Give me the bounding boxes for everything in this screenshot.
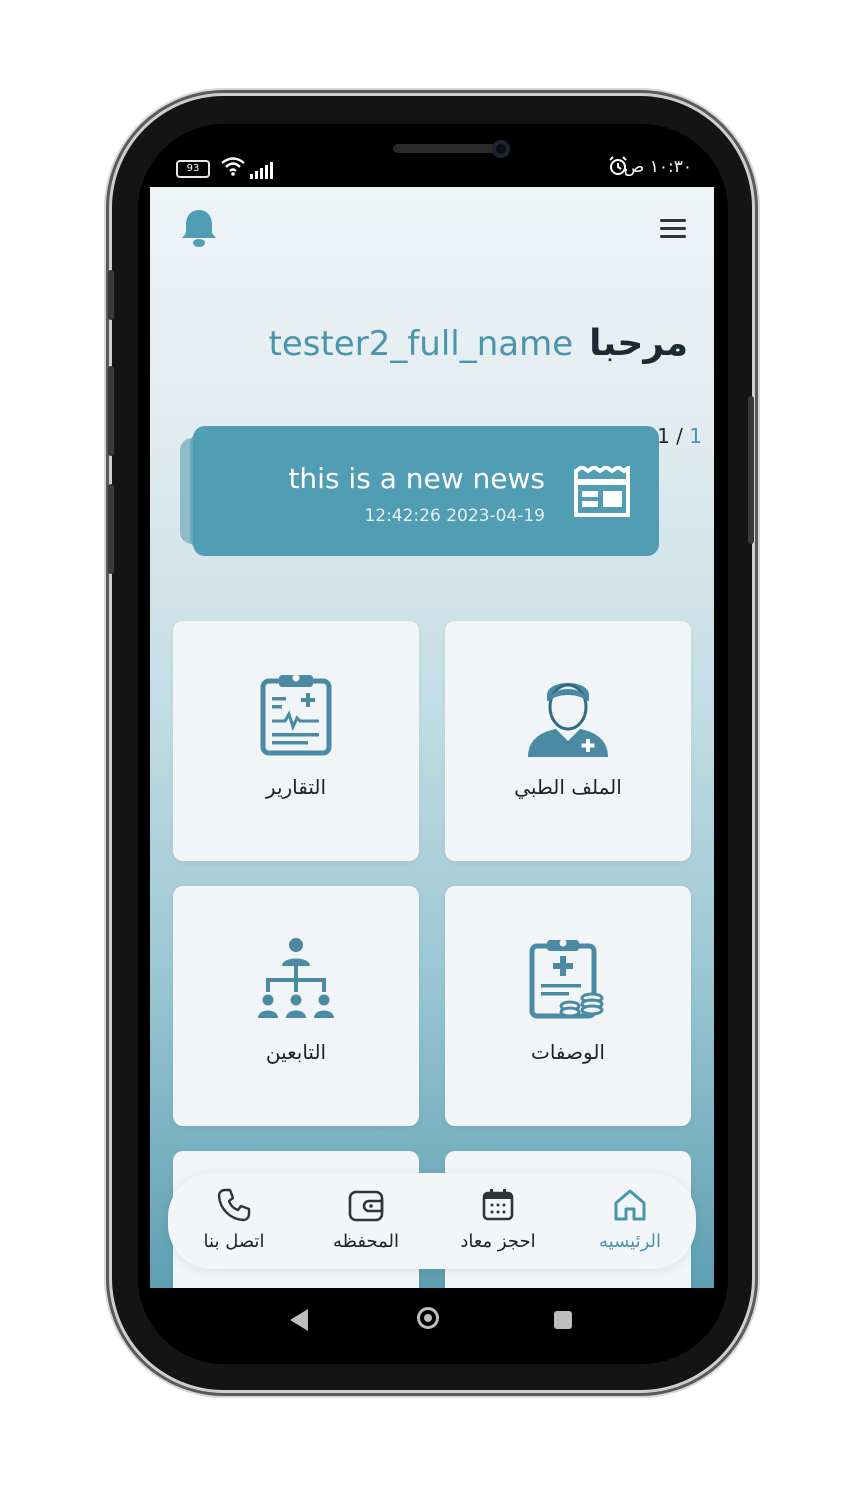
signal-strength-icon: [250, 160, 275, 179]
system-home-icon[interactable]: [417, 1307, 439, 1329]
hamburger-menu-icon[interactable]: [660, 219, 686, 243]
home-icon: [614, 1189, 646, 1221]
system-navigation-bar: [150, 1288, 714, 1352]
news-pager: 1 / 1: [657, 424, 702, 448]
prescription-icon: [529, 939, 604, 1019]
back-icon[interactable]: [290, 1309, 308, 1331]
newspaper-icon: [573, 464, 631, 518]
app-screen: مرحبا tester2_full_name 1 / 1 this is a n…: [150, 187, 714, 1288]
status-clock: ١٠:٣٠ ص: [623, 157, 692, 177]
volume-down-button: [108, 484, 114, 574]
bottom-navigation: الرئيسيه احجز معاد المحفظه اتصل بنا: [168, 1173, 696, 1269]
doctor-icon: [528, 683, 608, 757]
card-medical-file[interactable]: الملف الطبي: [445, 621, 691, 861]
recents-icon[interactable]: [554, 1311, 572, 1329]
pager-separator: /: [669, 424, 690, 448]
nav-contact-us[interactable]: اتصل بنا: [168, 1173, 300, 1269]
card-label: الوصفات: [530, 1040, 605, 1064]
nav-home[interactable]: الرئيسيه: [564, 1173, 696, 1269]
mute-switch: [108, 270, 114, 320]
card-label: التقارير: [265, 775, 327, 799]
volume-up-button: [108, 366, 114, 456]
nav-label: المحفظه: [332, 1231, 400, 1252]
card-label: التابعين: [265, 1040, 327, 1064]
bell-icon[interactable]: [180, 207, 218, 249]
org-chart-icon: [258, 938, 334, 1018]
battery-indicator: 93: [176, 160, 210, 178]
wifi-icon: [220, 156, 246, 181]
clipboard-report-icon: [260, 674, 332, 756]
news-title: this is a new news: [288, 462, 545, 495]
nav-wallet[interactable]: المحفظه: [300, 1173, 432, 1269]
wallet-icon: [348, 1190, 384, 1222]
news-card[interactable]: this is a new news 12:42:26 2023-04-19: [193, 426, 659, 556]
greeting-text: مرحبا: [589, 323, 688, 364]
status-bar: 93 ١٠:٣٠ ص: [150, 152, 714, 186]
card-label: الملف الطبي: [514, 775, 622, 799]
welcome-heading: مرحبا tester2_full_name: [269, 323, 689, 364]
nav-label: اتصل بنا: [203, 1231, 265, 1252]
card-prescriptions[interactable]: الوصفات: [445, 886, 691, 1126]
user-name: tester2_full_name: [268, 324, 574, 364]
calendar-icon: [482, 1189, 514, 1221]
nav-label: احجز معاد: [460, 1231, 536, 1252]
nav-label: الرئيسيه: [599, 1231, 661, 1252]
pager-total: 1: [689, 424, 702, 448]
phone-icon: [217, 1188, 251, 1222]
card-dependents[interactable]: التابعين: [173, 886, 419, 1126]
power-button: [748, 396, 754, 544]
card-reports[interactable]: التقارير: [173, 621, 419, 861]
nav-book-appointment[interactable]: احجز معاد: [432, 1173, 564, 1269]
news-date: 12:42:26 2023-04-19: [364, 506, 545, 526]
